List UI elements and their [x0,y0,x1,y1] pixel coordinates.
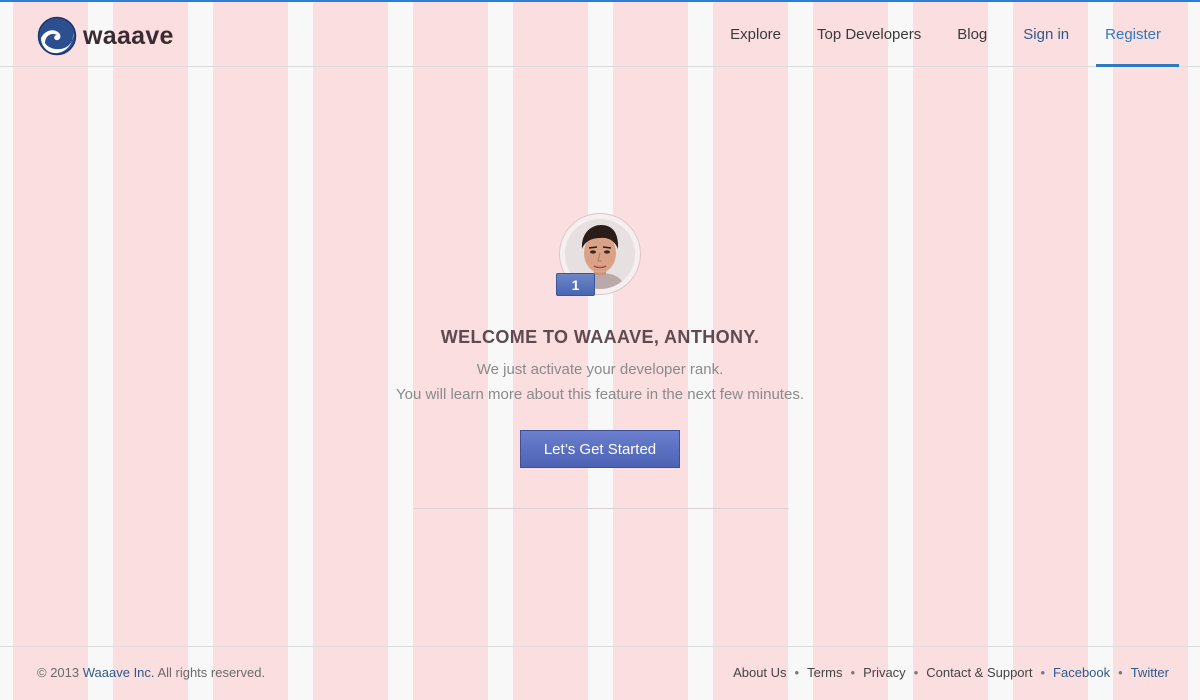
footer-separator: • [850,665,856,680]
wave-logo-icon [37,16,77,56]
site-header: waaave Explore Top Developers Blog Sign … [0,2,1200,67]
footer-separator: • [794,665,800,680]
site-footer: © 2013 Waaave Inc. All rights reserved. … [0,646,1200,700]
avatar-container: 1 [556,213,641,296]
rank-badge: 1 [556,273,595,296]
welcome-panel: 1 WELCOME TO WAAAVE, ANTHONY. We just ac… [0,67,1200,645]
footer-separator: • [913,665,919,680]
footer-link-twitter[interactable]: Twitter [1131,665,1169,680]
logo-text: waaave [83,21,174,50]
footer-links: About Us • Terms • Privacy • Contact & S… [733,665,1169,680]
nav-sign-in[interactable]: Sign in [1005,2,1087,67]
nav-blog[interactable]: Blog [939,2,1005,67]
footer-link-contact-support[interactable]: Contact & Support [926,665,1032,680]
welcome-message-line-1: We just activate your developer rank. [476,361,724,378]
footer-link-about-us[interactable]: About Us [733,665,786,680]
nav-top-developers[interactable]: Top Developers [799,2,939,67]
main-nav: Explore Top Developers Blog Sign in Regi… [712,2,1179,67]
top-accent-line [0,0,1200,2]
nav-explore[interactable]: Explore [712,2,799,67]
content-divider [414,508,789,509]
copyright: © 2013 Waaave Inc. All rights reserved. [37,665,265,680]
nav-register[interactable]: Register [1087,2,1179,67]
welcome-title: WELCOME TO WAAAVE, ANTHONY. [440,327,760,347]
footer-separator: • [1118,665,1123,680]
copyright-year: © 2013 [37,665,80,680]
get-started-button[interactable]: Let’s Get Started [520,430,680,468]
copyright-suffix: All rights reserved. [157,665,266,680]
welcome-message-line-2: You will learn more about this feature i… [395,386,804,403]
footer-link-facebook[interactable]: Facebook [1053,665,1110,680]
copyright-brand-link[interactable]: Waaave Inc. [83,665,155,680]
footer-link-privacy[interactable]: Privacy [863,665,906,680]
logo[interactable]: waaave [37,16,174,56]
footer-separator: • [1040,665,1046,680]
footer-link-terms[interactable]: Terms [807,665,842,680]
